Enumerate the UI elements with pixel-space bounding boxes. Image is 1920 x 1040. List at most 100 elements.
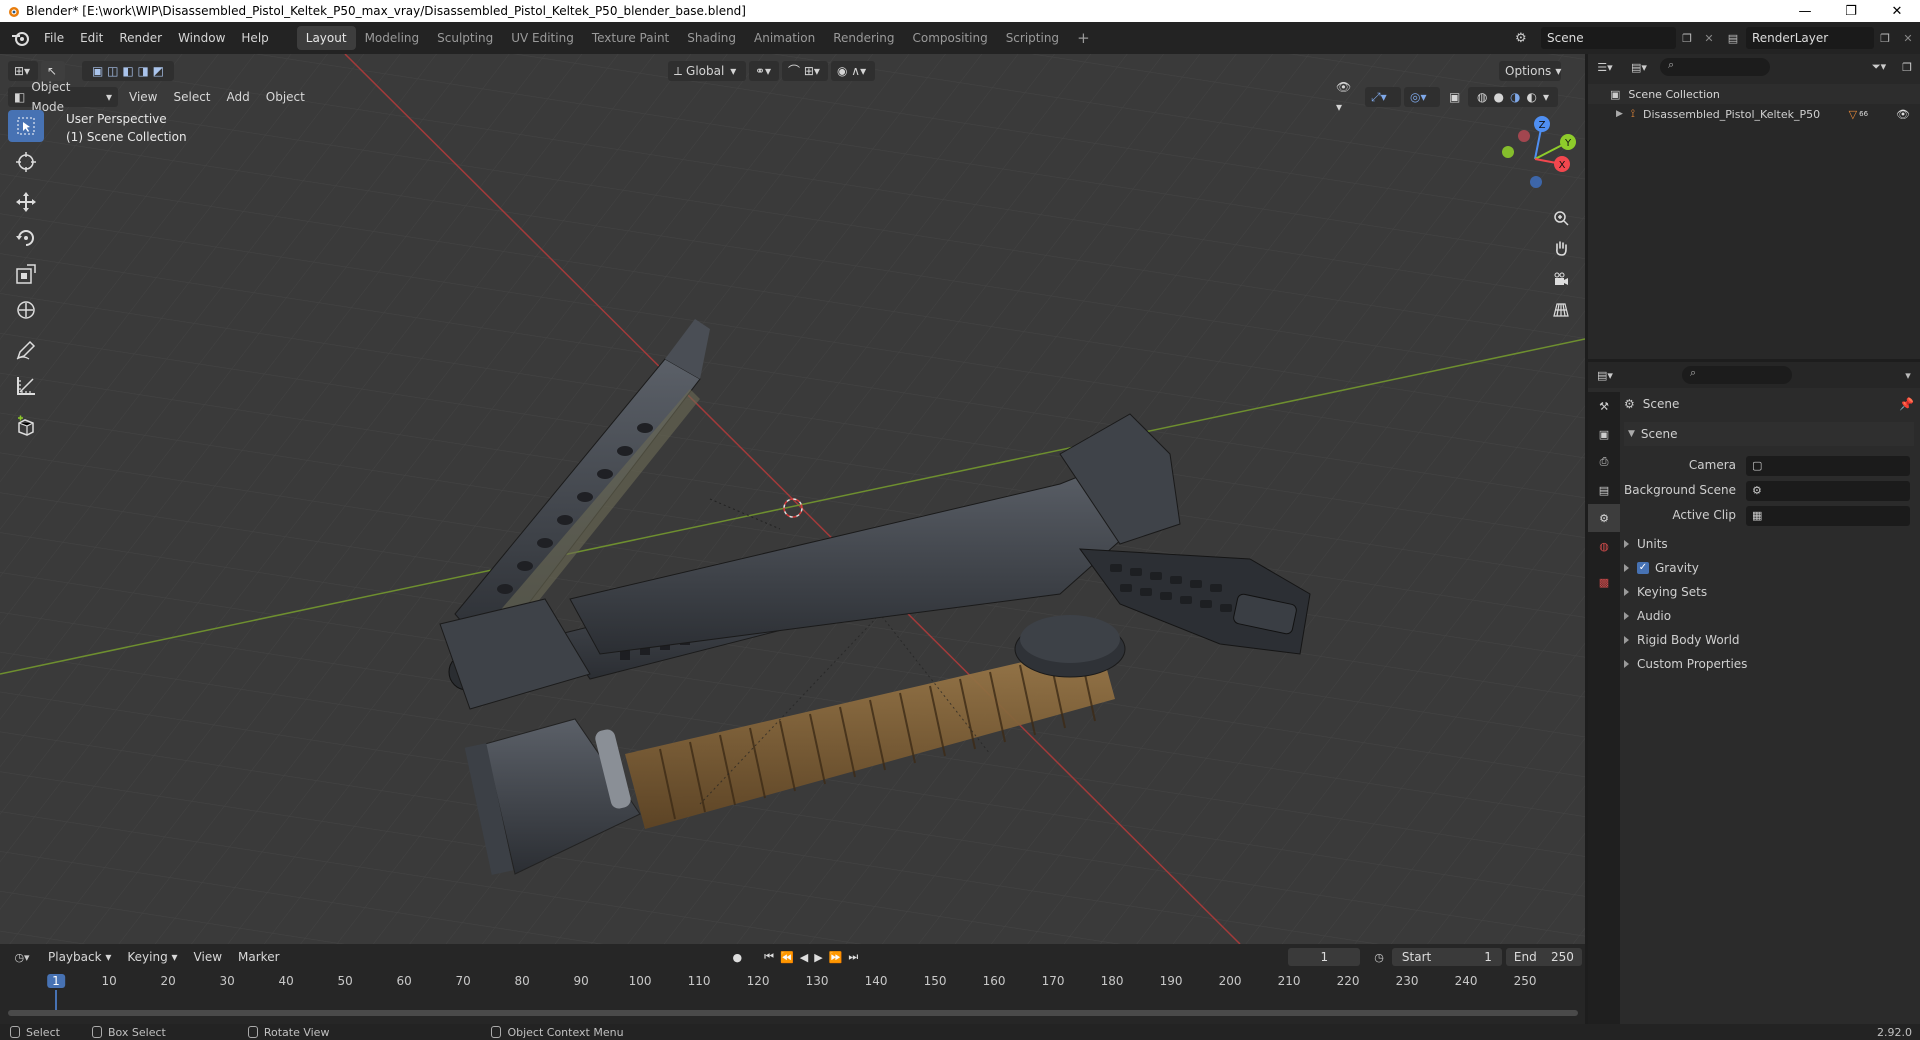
menu-object[interactable]: Object bbox=[258, 90, 313, 104]
pin-icon[interactable]: 📌 bbox=[1899, 397, 1914, 411]
timeline-scrollbar[interactable] bbox=[8, 1010, 1578, 1016]
navigation-gizmo[interactable]: Z Y X bbox=[1490, 114, 1580, 204]
tab-sculpting[interactable]: Sculpting bbox=[428, 26, 502, 50]
timeline-editor-type-icon[interactable]: ◷▾ bbox=[4, 951, 40, 964]
display-mode-icon[interactable]: ▤▾ bbox=[1622, 61, 1656, 74]
pan-view-button[interactable] bbox=[1547, 234, 1575, 262]
properties-editor-type-icon[interactable]: ▤▾ bbox=[1588, 369, 1622, 382]
visibility-button[interactable]: 👁▾ bbox=[1330, 80, 1362, 114]
panel-audio[interactable]: Audio bbox=[1624, 604, 1914, 628]
end-frame-field[interactable]: End 250 bbox=[1505, 948, 1582, 966]
wireframe-icon[interactable]: ◍ bbox=[1477, 87, 1487, 107]
rendered-icon[interactable]: ◐ bbox=[1526, 87, 1536, 107]
start-frame-field[interactable]: Start 1 bbox=[1391, 948, 1502, 966]
menu-timeline-view[interactable]: View bbox=[186, 950, 230, 964]
new-scene-icon[interactable]: ❐ bbox=[1676, 32, 1698, 45]
tab-shading[interactable]: Shading bbox=[678, 26, 745, 50]
object-mode-dropdown[interactable]: ◧ Object Mode ▾ bbox=[8, 80, 118, 114]
tab-scripting[interactable]: Scripting bbox=[997, 26, 1068, 50]
overlay-toggle-button[interactable]: ◎▾ bbox=[1404, 87, 1440, 107]
scene-selector[interactable]: Scene bbox=[1541, 27, 1676, 49]
outliner-editor-type-icon[interactable]: ☰▾ bbox=[1588, 61, 1622, 74]
panel-rigid-body-world[interactable]: Rigid Body World bbox=[1624, 628, 1914, 652]
zoom-view-button[interactable] bbox=[1547, 204, 1575, 232]
view-layer-icon[interactable]: ▤ bbox=[1720, 32, 1746, 45]
jump-keyframe-forward-button[interactable]: ⏩ bbox=[829, 951, 843, 964]
tab-uv-editing[interactable]: UV Editing bbox=[502, 26, 583, 50]
options-dropdown[interactable]: Options ▾ bbox=[1499, 61, 1561, 81]
menu-marker[interactable]: Marker bbox=[230, 950, 287, 964]
playhead-line[interactable] bbox=[55, 990, 57, 1012]
delete-scene-icon[interactable]: ✕ bbox=[1698, 32, 1720, 45]
jump-keyframe-back-button[interactable]: ⏪ bbox=[780, 951, 794, 964]
world-tab[interactable]: ◍ bbox=[1588, 532, 1620, 560]
add-workspace-button[interactable]: + bbox=[1068, 26, 1099, 50]
tab-compositing[interactable]: Compositing bbox=[903, 26, 996, 50]
add-cube-tool[interactable] bbox=[8, 410, 44, 442]
tab-texture-paint[interactable]: Texture Paint bbox=[583, 26, 678, 50]
chevron-down-icon[interactable]: ▾ bbox=[1543, 87, 1549, 107]
active-clip-field[interactable]: ▦ bbox=[1746, 506, 1910, 526]
panel-gravity[interactable]: ✓ Gravity bbox=[1624, 556, 1914, 580]
gizmo-toggle-button[interactable]: ⤢▾ bbox=[1365, 87, 1401, 107]
frame-ruler[interactable]: 1 10 20 30 40 50 60 70 80 90 100 110 120 130 140 150 160… bbox=[8, 972, 1578, 1012]
menu-file[interactable]: File bbox=[36, 22, 72, 54]
render-layer-selector[interactable]: RenderLayer bbox=[1746, 27, 1874, 49]
tab-rendering[interactable]: Rendering bbox=[824, 26, 903, 50]
cursor-tool[interactable] bbox=[8, 146, 44, 178]
camera-view-button[interactable] bbox=[1547, 266, 1575, 294]
tab-layout[interactable]: Layout bbox=[296, 26, 356, 50]
jump-start-button[interactable]: ⏮ bbox=[764, 950, 774, 964]
background-scene-field[interactable]: ⚙ bbox=[1746, 481, 1910, 501]
menu-add[interactable]: Add bbox=[219, 90, 258, 104]
play-reverse-button[interactable]: ◀ bbox=[800, 951, 808, 964]
viewport-scene[interactable] bbox=[0, 54, 1585, 944]
tool-tab[interactable]: ⚒ bbox=[1588, 392, 1620, 420]
auto-keying-record-button[interactable]: ● bbox=[733, 951, 743, 964]
scene-icon[interactable]: ⚙ bbox=[1515, 31, 1541, 46]
render-tab[interactable]: ▣ bbox=[1588, 420, 1620, 448]
clock-icon[interactable]: ◷ bbox=[1374, 951, 1384, 964]
minimize-button[interactable]: — bbox=[1782, 0, 1828, 22]
jump-end-button[interactable]: ⏭ bbox=[848, 950, 858, 964]
camera-field[interactable]: ▢ bbox=[1746, 456, 1910, 476]
xray-toggle-button[interactable]: ▣ bbox=[1443, 87, 1465, 107]
panel-scene-header[interactable]: ▼ Scene bbox=[1624, 422, 1914, 446]
rotate-tool[interactable] bbox=[8, 222, 44, 254]
ortho-toggle-button[interactable] bbox=[1547, 296, 1575, 324]
outliner-row-object[interactable]: ▶ ⟟ Disassembled_Pistol_Keltek_P50 ▽ 66 … bbox=[1588, 104, 1920, 124]
delete-layer-icon[interactable]: ✕ bbox=[1896, 32, 1920, 45]
menu-playback[interactable]: Playback ▾ bbox=[40, 950, 119, 964]
expand-arrow-icon[interactable]: ▶ bbox=[1616, 109, 1623, 119]
snap-button[interactable]: ⌒ ⊞▾ bbox=[782, 61, 828, 81]
close-button[interactable]: ✕ bbox=[1874, 0, 1920, 22]
annotate-tool[interactable] bbox=[8, 334, 44, 366]
panel-units[interactable]: Units bbox=[1624, 532, 1914, 556]
properties-search-input[interactable]: ⌕ bbox=[1682, 366, 1792, 384]
transform-orientation-dropdown[interactable]: ⟂ Global ▾ bbox=[668, 61, 746, 81]
panel-custom-properties[interactable]: Custom Properties bbox=[1624, 652, 1914, 676]
current-frame-field[interactable]: 1 bbox=[1288, 948, 1361, 966]
menu-help[interactable]: Help bbox=[233, 22, 276, 54]
select-box-tool[interactable] bbox=[8, 110, 44, 142]
menu-window[interactable]: Window bbox=[170, 22, 233, 54]
blender-menu-icon[interactable] bbox=[6, 28, 36, 48]
texture-tab[interactable]: ▩ bbox=[1588, 568, 1620, 596]
solid-icon[interactable]: ● bbox=[1493, 87, 1503, 107]
current-frame-indicator[interactable]: 1 bbox=[47, 974, 65, 988]
filter-icon[interactable]: ⏷▾ bbox=[1864, 60, 1894, 74]
panel-keying-sets[interactable]: Keying Sets bbox=[1624, 580, 1914, 604]
menu-edit[interactable]: Edit bbox=[72, 22, 111, 54]
tab-modeling[interactable]: Modeling bbox=[356, 26, 429, 50]
outliner-row-scene-collection[interactable]: ▣ Scene Collection bbox=[1588, 84, 1920, 104]
chevron-down-icon[interactable]: ▾ bbox=[1896, 369, 1920, 382]
3d-viewport[interactable]: ⊞▾ ↖ ▣ ◫ ◧ ◨ ◩ ⟂ Global ▾ ⚭▾ ⌒ ⊞▾ ◉ ∧▾ O… bbox=[0, 54, 1585, 944]
new-collection-icon[interactable]: ❐ bbox=[1894, 61, 1920, 74]
menu-select[interactable]: Select bbox=[165, 90, 218, 104]
gravity-checkbox[interactable]: ✓ bbox=[1637, 562, 1649, 574]
eye-icon[interactable]: 👁 bbox=[1896, 108, 1910, 121]
outliner-search-input[interactable]: ⌕ bbox=[1660, 58, 1770, 76]
transform-tool[interactable] bbox=[8, 294, 44, 326]
proportional-edit-button[interactable]: ◉ ∧▾ bbox=[831, 61, 875, 81]
measure-tool[interactable] bbox=[8, 370, 44, 402]
